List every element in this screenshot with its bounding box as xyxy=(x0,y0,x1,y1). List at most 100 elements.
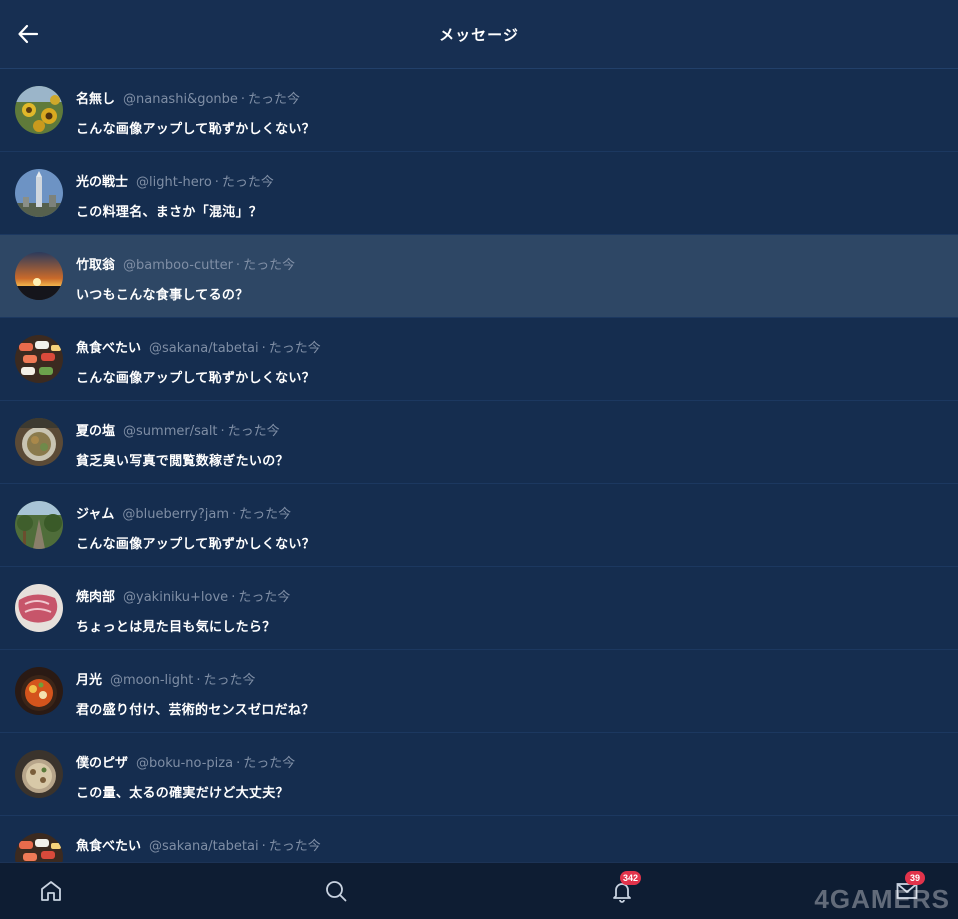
message-meta: 僕のピザ @boku-no-piza · たった今 xyxy=(76,752,295,771)
back-button[interactable] xyxy=(14,20,42,48)
notification-badge: 342 xyxy=(620,871,642,885)
timestamp: たった今 xyxy=(243,258,296,273)
message-item[interactable]: 名無し @nanashi&gonbe · たった今こんな画像アップして恥ずかしくない？ xyxy=(0,69,958,152)
message-meta: 魚食べたい @sakana/tabetai · たった今 xyxy=(76,835,321,854)
message-text: こんな画像アップして恥ずかしくない？ xyxy=(76,122,316,137)
message-item[interactable]: 月光 @moon-light · たった今君の盛り付け、芸術的センスゼロだね？ xyxy=(0,650,958,733)
separator-dot: · xyxy=(261,839,266,854)
timestamp: たった今 xyxy=(203,673,256,688)
arrow-left-icon xyxy=(18,24,39,44)
timestamp: たった今 xyxy=(227,424,280,439)
timestamp: たった今 xyxy=(221,175,274,190)
separator-dot: · xyxy=(240,92,246,107)
avatar[interactable] xyxy=(15,501,63,549)
message-text: ちょっとは見た目も気にしたら？ xyxy=(76,620,276,635)
avatar[interactable] xyxy=(15,833,63,862)
sender-name[interactable]: 僕のピザ xyxy=(76,756,128,771)
message-meta: 月光 @moon-light · たった今 xyxy=(76,669,256,688)
search-icon xyxy=(326,881,347,902)
separator-dot: · xyxy=(220,424,225,439)
sender-handle: @sakana/tabetai xyxy=(149,839,259,854)
sender-name[interactable]: 光の戦士 xyxy=(76,175,128,190)
avatar-image xyxy=(15,335,63,383)
timestamp: たった今 xyxy=(238,590,291,605)
message-item[interactable]: 焼肉部 @yakiniku+love · たった今ちょっとは見た目も気にしたら？ xyxy=(0,567,958,650)
avatar[interactable] xyxy=(15,252,63,300)
sender-name[interactable]: 月光 xyxy=(76,673,102,688)
sender-name[interactable]: 焼肉部 xyxy=(76,590,115,605)
message-text: この料理名、まさか「混沌」？ xyxy=(76,205,263,220)
avatar-image xyxy=(15,501,63,549)
nav-notifications-button[interactable]: 342 xyxy=(608,871,642,905)
message-meta: 焼肉部 @yakiniku+love · たった今 xyxy=(76,586,290,605)
sender-handle: @moon-light xyxy=(110,673,194,688)
avatar-image xyxy=(15,418,63,466)
sender-handle: @sakana/tabetai xyxy=(149,341,259,356)
sender-name[interactable]: 名無し xyxy=(76,92,115,107)
message-item[interactable]: 夏の塩 @summer/salt · たった今貧乏臭い写真で閲覧数稼ぎたいの？ xyxy=(0,401,958,484)
sender-handle: @nanashi&gonbe xyxy=(123,92,238,107)
message-item[interactable]: 光の戦士 @light-hero · たった今この料理名、まさか「混沌」？ xyxy=(0,152,958,235)
message-badge: 39 xyxy=(905,871,925,885)
message-meta: 夏の塩 @summer/salt · たった今 xyxy=(76,420,280,439)
sender-handle: @light-hero xyxy=(136,175,212,190)
sender-name[interactable]: 夏の塩 xyxy=(76,424,115,439)
avatar[interactable] xyxy=(15,750,63,798)
message-item[interactable]: ジャム @blueberry?jam · たった今こんな画像アップして恥ずかしくない？ xyxy=(0,484,958,567)
message-meta: 名無し @nanashi&gonbe · たった今 xyxy=(76,88,300,107)
message-text: この量、太るの確実だけど大丈夫？ xyxy=(76,786,289,801)
watermark: 4GAMERS xyxy=(814,884,950,914)
sender-name[interactable]: 竹取翁 xyxy=(76,258,115,273)
message-meta: 竹取翁 @bamboo-cutter · たった今 xyxy=(76,254,295,273)
avatar[interactable] xyxy=(15,169,63,217)
timestamp: たった今 xyxy=(248,92,301,107)
nav-home-button[interactable] xyxy=(37,877,65,905)
avatar-image xyxy=(15,833,63,862)
avatar[interactable] xyxy=(15,335,63,383)
message-text: 君の盛り付け、芸術的センスゼロだね？ xyxy=(76,703,315,718)
timestamp: たった今 xyxy=(268,839,321,854)
avatar-image xyxy=(15,667,63,715)
message-item[interactable]: 魚食べたい @sakana/tabetai · たった今こんな画像アップして恥ずかしく… xyxy=(0,318,958,401)
message-text: こんな画像アップして恥ずかしくない？ xyxy=(76,537,316,552)
avatar-image xyxy=(15,252,63,300)
sender-name[interactable]: 魚食べたい xyxy=(76,341,141,356)
message-meta: 光の戦士 @light-hero · たった今 xyxy=(76,171,274,190)
avatar[interactable] xyxy=(15,584,63,632)
timestamp: たった今 xyxy=(268,341,321,356)
sender-name[interactable]: ジャム xyxy=(76,507,114,522)
separator-dot: · xyxy=(232,507,237,522)
avatar-image xyxy=(15,584,63,632)
avatar-image xyxy=(15,750,63,798)
separator-dot: · xyxy=(214,175,219,190)
avatar-image xyxy=(15,86,63,134)
sender-handle: @bamboo-cutter xyxy=(123,258,233,273)
message-text: いつもこんな食事してるの？ xyxy=(76,288,249,303)
message-text: こんな画像アップして恥ずかしくない？ xyxy=(76,371,316,386)
page-title: メッセージ xyxy=(439,25,519,44)
avatar[interactable] xyxy=(15,667,63,715)
message-item[interactable]: 竹取翁 @bamboo-cutter · たった今 いつもこんな食事してるの？ xyxy=(0,235,958,318)
separator-dot: · xyxy=(261,341,266,356)
avatar[interactable] xyxy=(15,418,63,466)
sender-name[interactable]: 魚食べたい xyxy=(76,839,141,854)
sender-handle: @boku-no-piza xyxy=(136,756,234,771)
sender-handle: @yakiniku+love xyxy=(123,590,229,605)
separator-dot: · xyxy=(231,590,236,605)
home-icon xyxy=(41,881,61,901)
timestamp: たった今 xyxy=(239,507,292,522)
separator-dot: · xyxy=(236,756,241,771)
message-text: 貧乏臭い写真で閲覧数稼ぎたいの？ xyxy=(76,454,289,469)
message-item[interactable]: 僕のピザ @boku-no-piza · たった今この量、太るの確実だけど大丈夫？ xyxy=(0,733,958,816)
separator-dot: · xyxy=(196,673,201,688)
avatar-image xyxy=(15,169,63,217)
sender-handle: @summer/salt xyxy=(123,424,218,439)
nav-search-button[interactable] xyxy=(322,877,350,905)
sender-handle: @blueberry?jam xyxy=(122,507,230,522)
message-item[interactable]: 魚食べたい @sakana/tabetai · たった今 xyxy=(0,816,958,862)
message-meta: ジャム @blueberry?jam · たった今 xyxy=(76,503,291,522)
timestamp: たった今 xyxy=(243,756,296,771)
message-meta: 魚食べたい @sakana/tabetai · たった今 xyxy=(76,337,321,356)
message-list[interactable]: 名無し @nanashi&gonbe · たった今 こんな画像アップして恥ずかしくない？… xyxy=(0,69,958,862)
avatar[interactable] xyxy=(15,86,63,134)
